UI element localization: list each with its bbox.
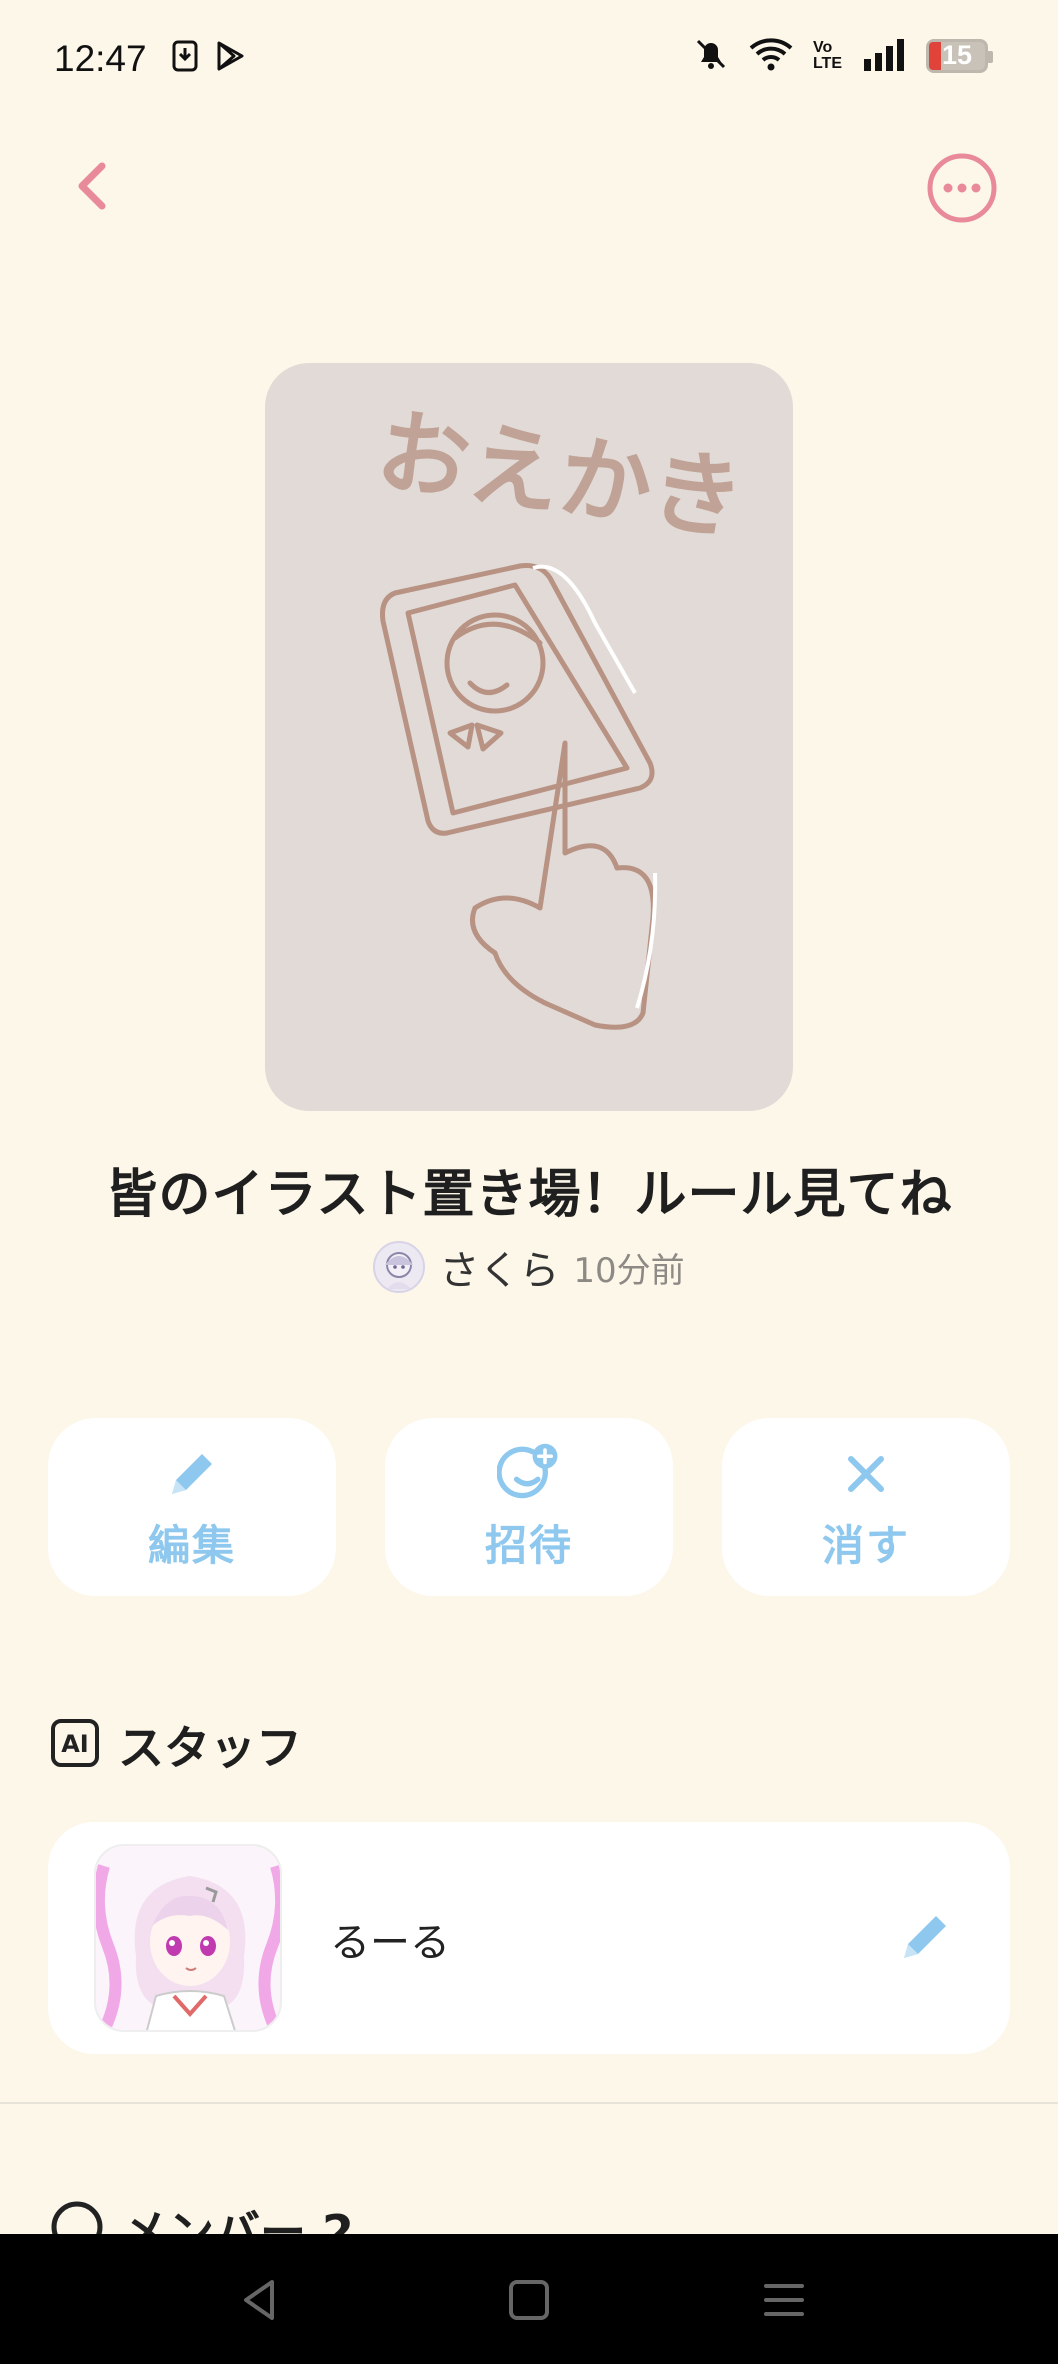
anime-avatar[interactable]	[94, 1844, 282, 2032]
battery-icon: 15	[926, 39, 993, 73]
status-right-icons: Vo LTE 15	[693, 36, 993, 76]
delete-label: 消す	[821, 1520, 910, 1570]
pencil-icon	[904, 1916, 946, 1958]
invite-icon	[497, 1442, 561, 1506]
author-avatar[interactable]	[373, 1241, 426, 1293]
ai-badge-icon: AI	[50, 1718, 100, 1772]
svg-text:AI: AI	[61, 1730, 89, 1758]
staff-member-card[interactable]: るーる	[48, 1822, 1010, 2054]
back-button[interactable]	[60, 150, 130, 220]
staff-name: るーる	[330, 1920, 450, 1966]
pencil-icon	[160, 1442, 224, 1506]
home-nav-icon[interactable]	[501, 2272, 557, 2328]
menu-nav-icon[interactable]	[756, 2272, 812, 2328]
cover-drawing-text: おえかき	[371, 397, 750, 554]
status-left-icons	[172, 40, 246, 76]
invite-button[interactable]: 招待	[385, 1418, 673, 1596]
volte-icon: Vo LTE	[812, 39, 842, 72]
play-store-icon	[214, 40, 246, 76]
room-title: 皆のイラスト置き場！ルール見てね	[105, 1165, 953, 1225]
section-divider	[0, 2102, 1058, 2104]
staff-section-label: スタッフ	[118, 1721, 302, 1775]
room-meta: さくら 10分前	[0, 1238, 1058, 1296]
edit-label: 編集	[147, 1520, 236, 1570]
more-options-button[interactable]	[926, 152, 998, 224]
status-bar: 12:47 Vo LTE 15	[0, 0, 1058, 120]
close-icon	[834, 1442, 898, 1506]
signal-icon	[862, 37, 906, 75]
back-nav-icon[interactable]	[232, 2272, 288, 2328]
author-name[interactable]: さくら	[439, 1238, 559, 1296]
edit-button[interactable]: 編集	[48, 1418, 336, 1596]
wifi-icon	[749, 36, 793, 76]
delete-button[interactable]: 消す	[722, 1418, 1010, 1596]
staff-section-header: AI スタッフ	[50, 1712, 302, 1778]
download-icon	[172, 40, 198, 76]
more-horizontal-icon	[927, 153, 997, 223]
invite-label: 招待	[484, 1520, 573, 1570]
staff-edit-button[interactable]	[894, 1904, 958, 1968]
status-time: 12:47	[54, 38, 147, 79]
system-nav-bar	[0, 2234, 1058, 2364]
action-buttons: 編集 招待 消す	[48, 1418, 1010, 1596]
room-cover-image: おえかき	[265, 363, 793, 1111]
bell-muted-icon	[693, 36, 729, 76]
post-time: 10分前	[573, 1250, 685, 1291]
chevron-left-icon	[78, 162, 106, 210]
